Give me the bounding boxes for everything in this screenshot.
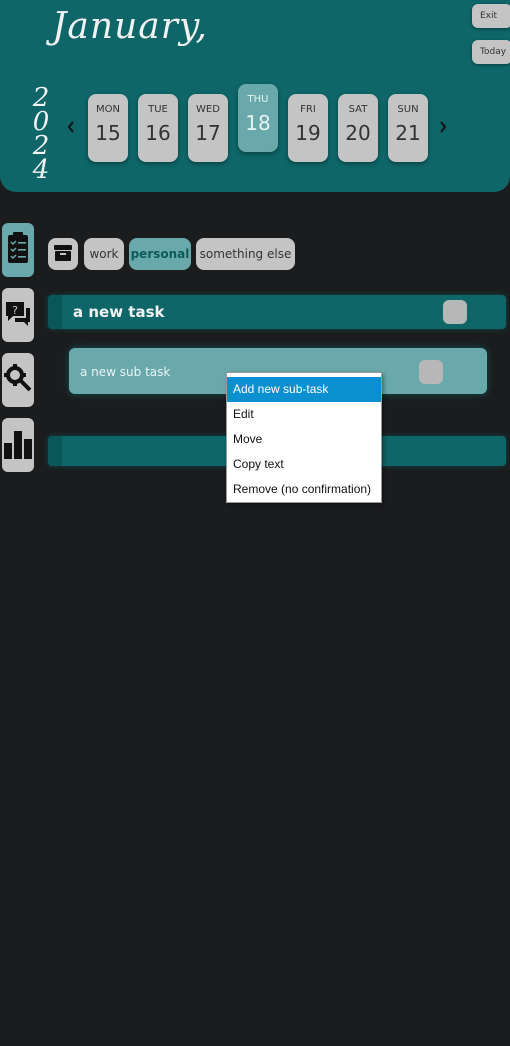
svg-text:?: ?	[12, 304, 18, 317]
day-thu-selected[interactable]: THU 18	[238, 84, 278, 152]
menu-item-edit[interactable]: Edit	[227, 402, 381, 427]
day-fri[interactable]: FRI 19	[288, 94, 328, 162]
archive-icon	[53, 244, 73, 265]
context-menu: Add new sub-task Edit Move Copy text Rem…	[226, 372, 382, 503]
day-name: MON	[96, 104, 120, 115]
checklist-icon	[6, 231, 30, 269]
day-number: 18	[245, 111, 271, 135]
menu-item-move[interactable]: Move	[227, 427, 381, 452]
day-number: 15	[95, 121, 121, 145]
tab-personal[interactable]: personal	[129, 238, 191, 270]
sidebar-stats-button[interactable]	[2, 418, 34, 472]
task-handle[interactable]	[48, 436, 62, 466]
menu-item-copy-text[interactable]: Copy text	[227, 452, 381, 477]
today-button[interactable]: Today	[472, 40, 510, 64]
exit-button[interactable]: Exit	[472, 4, 510, 28]
next-week-arrow-icon[interactable]	[438, 118, 448, 139]
task-handle[interactable]	[48, 295, 62, 329]
calendar-header: January, 2 0 2 4 Exit Today MON 15 TUE 1…	[0, 0, 510, 192]
day-name: WED	[196, 104, 220, 115]
day-number: 16	[145, 121, 171, 145]
tab-work[interactable]: work	[84, 238, 124, 270]
menu-item-add-sub-task[interactable]: Add new sub-task	[227, 377, 381, 402]
task-item[interactable]: a new task	[48, 295, 506, 329]
sidebar-tasks-button[interactable]	[2, 223, 34, 277]
menu-item-remove[interactable]: Remove (no confirmation)	[227, 477, 381, 502]
prev-week-arrow-icon[interactable]	[66, 118, 76, 139]
task-checkbox[interactable]	[443, 300, 467, 324]
sidebar-help-button[interactable]: ?	[2, 288, 34, 342]
day-name: SUN	[397, 104, 419, 115]
subtask-title: a new sub task	[80, 365, 171, 379]
day-mon[interactable]: MON 15	[88, 94, 128, 162]
bar-chart-icon	[3, 427, 33, 463]
day-wed[interactable]: WED 17	[188, 94, 228, 162]
day-name: TUE	[148, 104, 168, 115]
archive-button[interactable]	[48, 238, 78, 270]
day-number: 17	[195, 121, 221, 145]
day-number: 20	[345, 121, 371, 145]
task-title: a new task	[73, 303, 165, 321]
day-sat[interactable]: SAT 20	[338, 94, 378, 162]
day-number: 19	[295, 121, 321, 145]
day-tue[interactable]: TUE 16	[138, 94, 178, 162]
subtask-checkbox[interactable]	[419, 360, 443, 384]
tab-something-else[interactable]: something else	[196, 238, 295, 270]
help-chat-icon: ?	[4, 298, 32, 332]
day-number: 21	[395, 121, 421, 145]
day-name: THU	[247, 94, 269, 105]
day-sun[interactable]: SUN 21	[388, 94, 428, 162]
year-vertical: 2 0 2 4	[28, 85, 54, 185]
year-digit: 4	[32, 155, 50, 185]
settings-wrench-icon	[3, 363, 33, 397]
day-name: SAT	[348, 104, 368, 115]
day-name: FRI	[300, 104, 316, 115]
sidebar-settings-button[interactable]	[2, 353, 34, 407]
month-title: January,	[52, 6, 208, 47]
